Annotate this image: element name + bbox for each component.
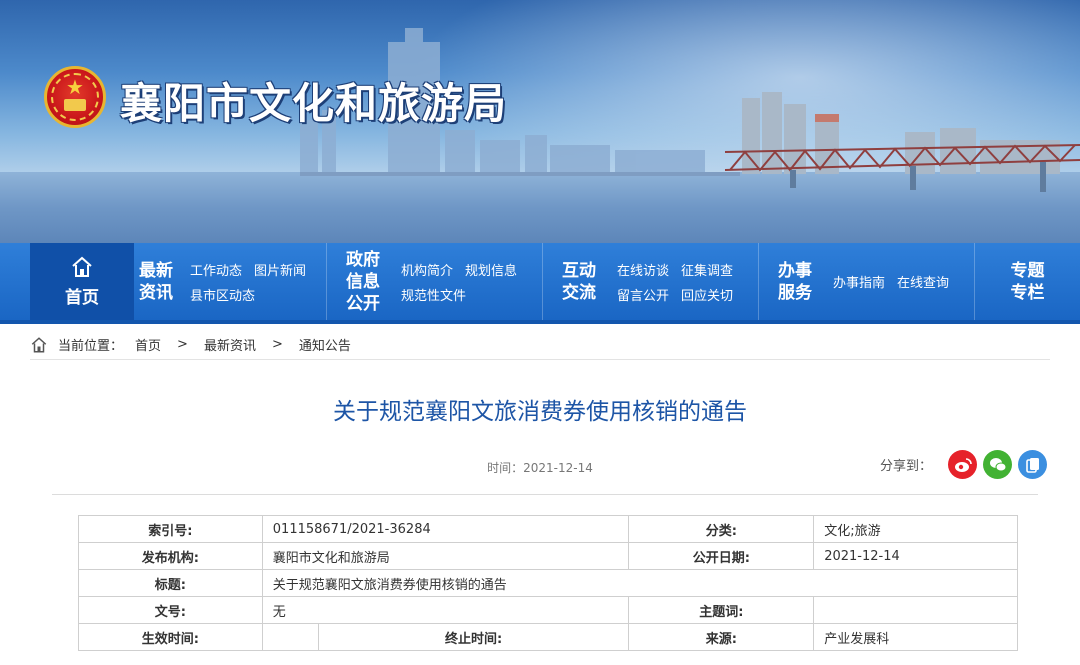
nav-link-query[interactable]: 在线查询: [897, 272, 949, 291]
nav-link-photo-news[interactable]: 图片新闻: [254, 260, 306, 279]
docno-label: 文号:: [78, 596, 263, 624]
category-label: 分类:: [628, 515, 815, 543]
article-title: 关于规范襄阳文旅消费券使用核销的通告: [333, 399, 747, 425]
weibo-icon[interactable]: [948, 450, 978, 479]
table-row: 文号: 无 主题词:: [78, 596, 1018, 624]
share-bar: 分享到：: [880, 450, 1048, 479]
home-icon: [72, 256, 92, 277]
nav-link-messages[interactable]: 留言公开: [617, 285, 669, 304]
breadcrumb-news[interactable]: 最新资讯: [204, 335, 256, 354]
breadcrumb-prefix: 当前位置：: [58, 339, 124, 354]
nav-group-special: 专题 专栏: [975, 243, 1080, 320]
nav-cat-services[interactable]: 办事 服务: [775, 260, 815, 304]
breadcrumb-notices[interactable]: 通知公告: [299, 335, 351, 354]
wechat-icon[interactable]: [983, 450, 1013, 479]
table-row: 标题: 关于规范襄阳文旅消费券使用核销的通告: [78, 569, 1019, 597]
index-value: 011158671/2021-36284: [261, 515, 630, 543]
nav-home-label: 首页: [65, 288, 99, 308]
title-value: 关于规范襄阳文旅消费券使用核销的通告: [261, 569, 1019, 597]
table-row: 索引号: 011158671/2021-36284 分类: 文化;旅游: [78, 515, 1018, 543]
effective-value: [261, 623, 319, 651]
nav-cat-news[interactable]: 最新 资讯: [130, 260, 182, 304]
breadcrumb-sep: >: [177, 337, 188, 352]
breadcrumb-home[interactable]: 首页: [135, 335, 161, 354]
index-label: 索引号:: [78, 515, 263, 543]
nav-link-county-news[interactable]: 县市区动态: [190, 285, 255, 304]
nav-link-survey[interactable]: 征集调查: [681, 260, 733, 279]
copy-icon[interactable]: [1018, 450, 1048, 479]
expire-label: 终止时间:: [317, 623, 630, 651]
national-emblem-icon: ★: [44, 66, 106, 128]
main-nav: 首页 最新 资讯 工作动态 图片新闻 县市区动态 政府 信息 公开 机构简介 规划信息: [0, 243, 1080, 320]
pubdate-label: 公开日期:: [628, 542, 815, 570]
docno-value: 无: [261, 596, 630, 624]
pubdate-value: 2021-12-14: [813, 542, 1018, 570]
table-row: 生效时间: 终止时间: 来源: 产业发展科: [78, 623, 1018, 651]
effective-label: 生效时间:: [78, 623, 263, 651]
nav-link-response[interactable]: 回应关切: [681, 285, 733, 304]
nav-bottom-bar: [0, 320, 1080, 324]
nav-link-planning[interactable]: 规划信息: [465, 260, 517, 279]
table-row: 发布机构: 襄阳市文化和旅游局 公开日期: 2021-12-14: [78, 542, 1018, 570]
article-time-value: 2021-12-14: [523, 461, 593, 475]
nav-cat-special[interactable]: 专题 专栏: [1008, 260, 1048, 304]
nav-home[interactable]: 首页: [30, 243, 134, 320]
nav-link-regulations[interactable]: 规范性文件: [401, 285, 466, 304]
divider: [52, 494, 1038, 495]
publisher-label: 发布机构:: [78, 542, 263, 570]
nav-group-gov-info: 政府 信息 公开 机构简介 规划信息 规范性文件: [327, 243, 543, 320]
breadcrumb-sep: >: [271, 337, 283, 352]
header-banner: ★ 襄阳市文化和旅游局: [0, 0, 1080, 243]
publisher-value: 襄阳市文化和旅游局: [261, 542, 630, 570]
breadcrumb: 当前位置： 首页 > 最新资讯 > 通知公告: [30, 330, 1050, 360]
category-value: 文化;旅游: [813, 515, 1018, 543]
source-value: 产业发展科: [813, 623, 1018, 651]
title-label: 标题:: [78, 569, 263, 597]
nav-link-work-news[interactable]: 工作动态: [190, 260, 242, 279]
site-title: 襄阳市文化和旅游局: [120, 79, 508, 128]
nav-link-guide[interactable]: 办事指南: [833, 272, 885, 291]
article-info-table: 索引号: 011158671/2021-36284 分类: 文化;旅游 发布机构…: [78, 515, 1019, 651]
nav-cat-gov-info[interactable]: 政府 信息 公开: [343, 249, 383, 315]
topic-value: [813, 596, 1018, 624]
home-icon: [31, 336, 47, 352]
topic-label: 主题词:: [628, 596, 815, 624]
nav-group-news: 最新 资讯 工作动态 图片新闻 县市区动态: [134, 243, 327, 320]
share-label: 分享到：: [880, 459, 933, 474]
nav-link-online-interview[interactable]: 在线访谈: [617, 260, 669, 279]
nav-cat-interaction[interactable]: 互动 交流: [559, 260, 599, 304]
nav-link-org-intro[interactable]: 机构简介: [401, 260, 453, 279]
article-time-label: 时间：: [487, 461, 524, 475]
nav-group-interaction: 互动 交流 在线访谈 征集调查 留言公开 回应关切: [543, 243, 759, 320]
nav-group-services: 办事 服务 办事指南 在线查询: [759, 243, 975, 320]
source-label: 来源:: [628, 623, 815, 651]
